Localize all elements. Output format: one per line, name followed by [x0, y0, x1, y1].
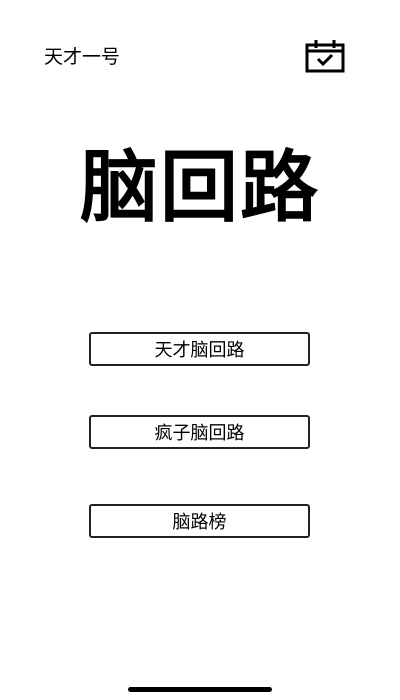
header-title: 天才一号	[44, 46, 121, 68]
genius-brain-circuit-button[interactable]: 天才脑回路	[89, 332, 310, 366]
app-logo-title: 脑回路	[79, 143, 320, 233]
brain-leaderboard-button[interactable]: 脑路榜	[89, 504, 310, 538]
crazy-brain-circuit-button[interactable]: 疯子脑回路	[89, 415, 310, 449]
calendar-check-icon	[305, 40, 345, 73]
home-indicator[interactable]	[128, 687, 272, 692]
calendar-check-button[interactable]	[304, 38, 346, 74]
